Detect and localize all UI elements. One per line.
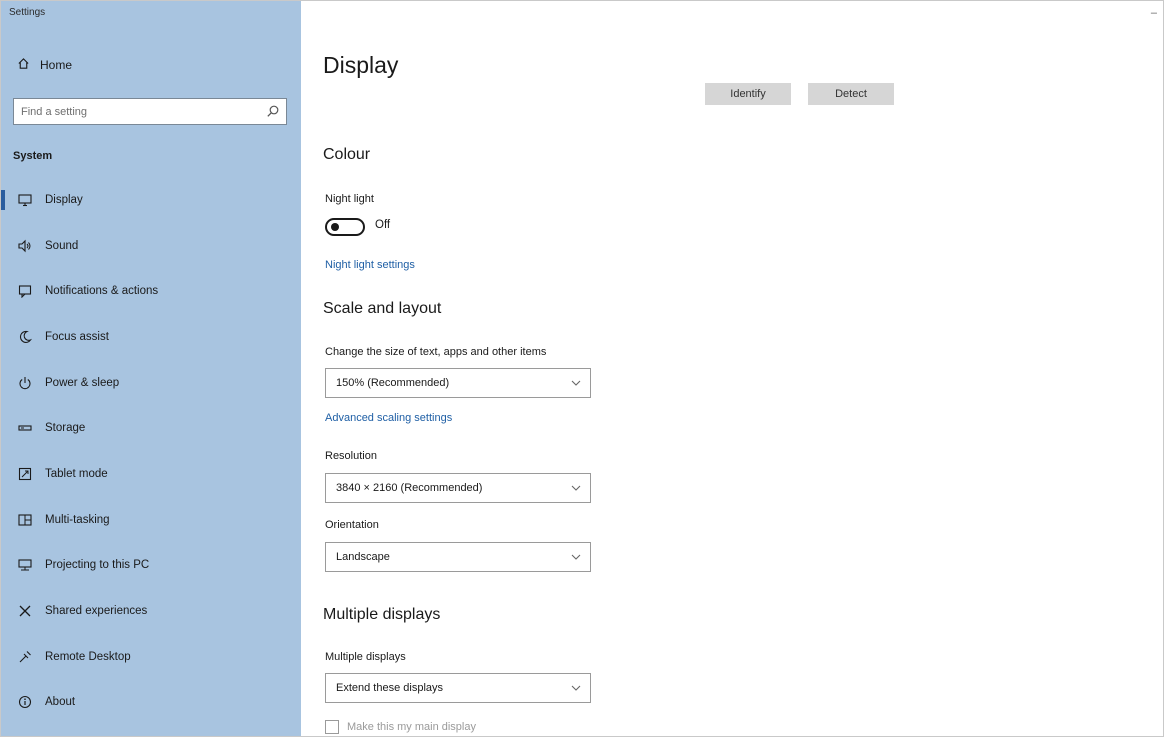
identify-button[interactable]: Identify: [705, 83, 791, 105]
multiple-displays-label: Multiple displays: [325, 651, 406, 663]
resolution-dropdown[interactable]: 3840 × 2160 (Recommended): [325, 473, 591, 503]
sidebar-item-label: Shared experiences: [45, 605, 148, 618]
chevron-down-icon: [571, 685, 581, 691]
sidebar-item-label: Tablet mode: [45, 467, 108, 480]
scale-layout-heading: Scale and layout: [323, 300, 442, 317]
remote-icon: [17, 649, 33, 665]
section-label-system: System: [13, 150, 53, 162]
info-icon: [17, 694, 33, 710]
projecting-icon: [17, 557, 33, 573]
sidebar-item-tablet-mode[interactable]: Tablet mode: [1, 451, 301, 497]
sidebar-item-label: Projecting to this PC: [45, 559, 150, 572]
sidebar-item-focus-assist[interactable]: Focus assist: [1, 314, 301, 360]
app-title: Settings: [9, 7, 46, 18]
nav-list: Display Sound Notifications & actions Fo…: [1, 177, 301, 725]
chevron-down-icon: [571, 380, 581, 386]
sidebar-item-label: Multi-tasking: [45, 513, 110, 526]
night-light-label: Night light: [325, 193, 374, 205]
search-icon[interactable]: [266, 104, 280, 118]
sidebar-item-label: Storage: [45, 422, 86, 435]
shared-icon: [17, 603, 33, 619]
page-title: Display: [323, 52, 399, 78]
main-content: – Display Identify Detect Colour Night l…: [301, 1, 1163, 736]
scale-dropdown[interactable]: 150% (Recommended): [325, 368, 591, 398]
minimize-button[interactable]: –: [1151, 7, 1157, 19]
sidebar-item-label: Power & sleep: [45, 376, 120, 389]
moon-icon: [17, 329, 33, 345]
multiple-displays-dropdown[interactable]: Extend these displays: [325, 673, 591, 703]
sidebar-item-label: Sound: [45, 239, 79, 252]
resolution-label: Resolution: [325, 450, 377, 462]
chevron-down-icon: [571, 554, 581, 560]
multiple-displays-value: Extend these displays: [336, 682, 444, 694]
orientation-dropdown[interactable]: Landscape: [325, 542, 591, 572]
storage-icon: [17, 420, 33, 436]
multiple-displays-heading: Multiple displays: [323, 606, 441, 623]
home-label: Home: [40, 58, 73, 72]
sidebar-item-shared-experiences[interactable]: Shared experiences: [1, 588, 301, 634]
main-display-checkbox[interactable]: [325, 720, 339, 734]
chevron-down-icon: [571, 485, 581, 491]
search-box[interactable]: [13, 98, 287, 125]
sidebar: Settings Home System Display: [1, 1, 301, 736]
orientation-label: Orientation: [325, 519, 379, 531]
sidebar-item-multitasking[interactable]: Multi-tasking: [1, 497, 301, 543]
toggle-knob: [331, 223, 339, 231]
sidebar-item-about[interactable]: About: [1, 680, 301, 726]
colour-heading: Colour: [323, 146, 371, 163]
search-input[interactable]: [14, 105, 261, 118]
power-icon: [17, 375, 33, 391]
sidebar-item-label: About: [45, 696, 76, 709]
speaker-icon: [17, 238, 33, 254]
home-icon: [17, 57, 30, 73]
sidebar-item-sound[interactable]: Sound: [1, 223, 301, 269]
detect-button[interactable]: Detect: [808, 83, 894, 105]
sidebar-item-notifications[interactable]: Notifications & actions: [1, 268, 301, 314]
sidebar-item-storage[interactable]: Storage: [1, 405, 301, 451]
orientation-value: Landscape: [336, 551, 390, 563]
sidebar-item-label: Remote Desktop: [45, 650, 131, 663]
sidebar-item-label: Notifications & actions: [45, 285, 159, 298]
sidebar-item-power-sleep[interactable]: Power & sleep: [1, 360, 301, 406]
multitasking-icon: [17, 512, 33, 528]
sidebar-item-label: Focus assist: [45, 330, 109, 343]
scale-value: 150% (Recommended): [336, 377, 450, 389]
sidebar-item-display[interactable]: Display: [1, 177, 301, 223]
settings-window: Settings Home System Display: [0, 0, 1164, 737]
sidebar-item-remote-desktop[interactable]: Remote Desktop: [1, 634, 301, 680]
notification-icon: [17, 283, 33, 299]
resolution-value: 3840 × 2160 (Recommended): [336, 482, 483, 494]
night-light-toggle[interactable]: [325, 218, 365, 236]
size-label: Change the size of text, apps and other …: [325, 346, 547, 358]
night-light-state: Off: [375, 219, 391, 231]
advanced-scaling-link[interactable]: Advanced scaling settings: [325, 412, 452, 424]
monitor-icon: [17, 192, 33, 208]
sidebar-item-label: Display: [45, 193, 83, 206]
home-nav-item[interactable]: Home: [17, 57, 72, 73]
tablet-icon: [17, 466, 33, 482]
sidebar-item-projecting[interactable]: Projecting to this PC: [1, 543, 301, 589]
night-light-settings-link[interactable]: Night light settings: [325, 259, 415, 271]
main-display-checkbox-label: Make this my main display: [347, 721, 476, 733]
